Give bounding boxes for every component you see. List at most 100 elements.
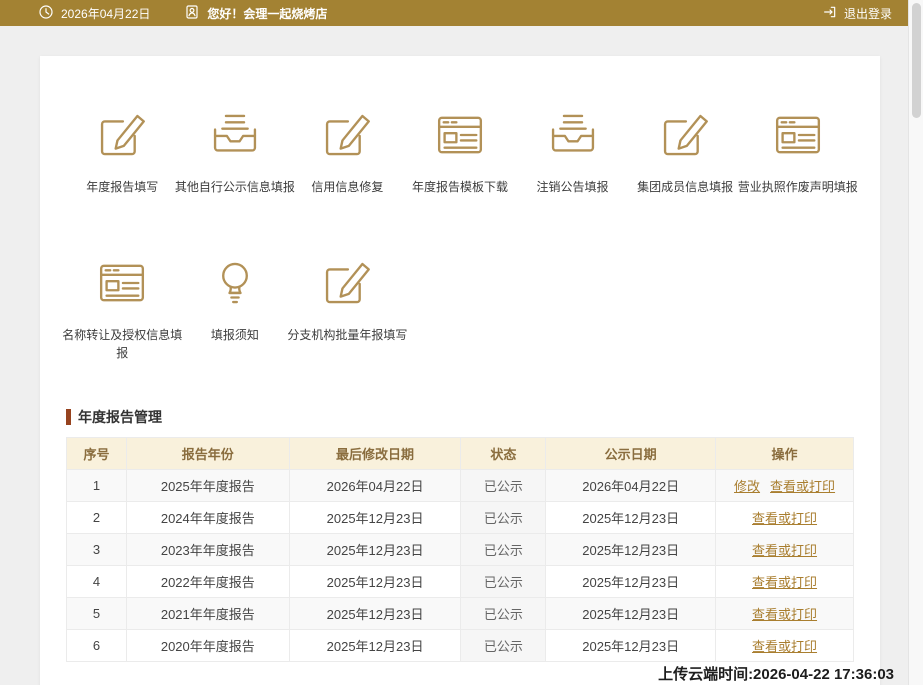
logout-icon xyxy=(822,4,838,23)
section-title-text: 年度报告管理 xyxy=(78,408,162,425)
view-print-link[interactable]: 查看或打印 xyxy=(752,543,817,558)
upload-time-text: 上传云端时间:2026-04-22 17:36:03 xyxy=(658,666,894,683)
view-print-link[interactable]: 查看或打印 xyxy=(770,479,835,494)
cell-actions: 查看或打印 xyxy=(715,596,854,630)
cell-year: 2025年年度报告 xyxy=(125,468,290,502)
cell-no: 3 xyxy=(66,532,127,566)
cell-year: 2020年年度报告 xyxy=(125,628,290,662)
cell-no: 6 xyxy=(66,628,127,662)
view-print-link[interactable]: 查看或打印 xyxy=(752,639,817,654)
user-greeting: 您好！会理一起烧烤店 xyxy=(207,6,328,21)
menu-item-license-void[interactable]: 营业执照作废声明填报 xyxy=(738,104,858,197)
col-header-actions: 操作 xyxy=(715,436,854,470)
menu-item-label: 注销公告填报 xyxy=(536,180,609,194)
col-header-no: 序号 xyxy=(66,436,127,470)
cell-actions: 查看或打印 xyxy=(715,628,854,662)
table-row: 4 2022年年度报告 2025年12月23日 已公示 2025年12月23日 … xyxy=(66,564,854,598)
browser-icon xyxy=(66,252,179,314)
logout-label: 退出登录 xyxy=(843,6,892,21)
logout-button[interactable]: 退出登录 xyxy=(822,4,892,23)
menu-item-label: 名称转让及授权信息填报 xyxy=(62,327,183,361)
cell-year: 2021年年度报告 xyxy=(125,596,290,630)
cell-modified: 2025年12月23日 xyxy=(288,500,462,534)
status-badge: 已公示 xyxy=(460,628,547,662)
col-header-status: 状态 xyxy=(460,436,547,470)
cell-published: 2025年12月23日 xyxy=(545,564,717,598)
cell-modified: 2025年12月23日 xyxy=(288,564,462,598)
current-date: 2026年04月22日 xyxy=(61,6,151,21)
inbox-icon xyxy=(516,104,629,166)
menu-item-cancellation-notice[interactable]: 注销公告填报 xyxy=(516,104,629,197)
cell-modified: 2025年12月23日 xyxy=(288,628,462,662)
status-badge: 已公示 xyxy=(460,532,547,566)
cell-published: 2026年04月22日 xyxy=(545,468,717,502)
inbox-icon xyxy=(179,104,292,166)
menu-item-label: 年度报告填写 xyxy=(86,180,159,194)
table-row: 6 2020年年度报告 2025年12月23日 已公示 2025年12月23日 … xyxy=(66,628,854,662)
view-print-link[interactable]: 查看或打印 xyxy=(752,607,817,622)
browser-icon xyxy=(741,104,854,166)
cell-modified: 2025年12月23日 xyxy=(288,596,462,630)
col-header-modified: 最后修改日期 xyxy=(288,436,462,470)
edit-icon xyxy=(66,104,179,166)
main-card: 年度报告填写 其他自行公示信息填报 信用信息修复 年度报告模板下载 注销公告填报 xyxy=(40,56,880,685)
cell-actions: 查看或打印 xyxy=(715,532,854,566)
status-badge: 已公示 xyxy=(460,468,547,502)
col-header-year: 报告年份 xyxy=(125,436,290,470)
status-badge: 已公示 xyxy=(460,500,547,534)
view-print-link[interactable]: 查看或打印 xyxy=(752,511,817,526)
annual-report-table: 序号 报告年份 最后修改日期 状态 公示日期 操作 1 2025年年度报告 20… xyxy=(66,436,854,662)
topbar: 2026年04月22日 您好！会理一起烧烤店 退出登录 xyxy=(0,0,908,26)
menu-item-label: 集团成员信息填报 xyxy=(637,180,734,194)
menu-item-filing-notes[interactable]: 填报须知 xyxy=(179,252,292,363)
menu-item-label: 营业执照作废声明填报 xyxy=(737,180,858,194)
section-title-bar xyxy=(66,408,71,425)
status-badge: 已公示 xyxy=(460,596,547,630)
section-title: 年度报告管理 xyxy=(66,407,854,427)
cell-published: 2025年12月23日 xyxy=(545,532,717,566)
bulb-icon xyxy=(179,252,292,314)
vertical-scrollbar[interactable] xyxy=(908,0,923,685)
cell-modified: 2025年12月23日 xyxy=(288,532,462,566)
col-header-published: 公示日期 xyxy=(545,436,717,470)
table-header-row: 序号 报告年份 最后修改日期 状态 公示日期 操作 xyxy=(66,436,854,470)
menu-item-label: 填报须知 xyxy=(210,327,259,342)
cell-actions: 查看或打印 xyxy=(715,500,854,534)
cell-no: 1 xyxy=(66,468,127,502)
cell-published: 2025年12月23日 xyxy=(545,596,717,630)
table-row: 5 2021年年度报告 2025年12月23日 已公示 2025年12月23日 … xyxy=(66,596,854,630)
menu-item-label: 其他自行公示信息填报 xyxy=(174,180,295,194)
table-row: 1 2025年年度报告 2026年04月22日 已公示 2026年04月22日 … xyxy=(66,468,854,502)
cell-year: 2023年年度报告 xyxy=(125,532,290,566)
browser-icon xyxy=(404,104,517,166)
menu-item-group-member[interactable]: 集团成员信息填报 xyxy=(629,104,742,197)
table-row: 2 2024年年度报告 2025年12月23日 已公示 2025年12月23日 … xyxy=(66,500,854,534)
cell-year: 2024年年度报告 xyxy=(125,500,290,534)
cell-no: 4 xyxy=(66,564,127,598)
menu-item-template-download[interactable]: 年度报告模板下载 xyxy=(404,104,517,197)
view-print-link[interactable]: 查看或打印 xyxy=(752,575,817,590)
function-menu: 年度报告填写 其他自行公示信息填报 信用信息修复 年度报告模板下载 注销公告填报 xyxy=(62,104,858,363)
edit-icon xyxy=(291,104,404,166)
menu-item-other-publicity[interactable]: 其他自行公示信息填报 xyxy=(175,104,295,197)
menu-item-label: 年度报告模板下载 xyxy=(411,180,508,194)
cell-modified: 2026年04月22日 xyxy=(288,468,462,502)
clock-icon xyxy=(38,4,54,23)
status-badge: 已公示 xyxy=(460,564,547,598)
table-row: 3 2023年年度报告 2025年12月23日 已公示 2025年12月23日 … xyxy=(66,532,854,566)
page: 2026年04月22日 您好！会理一起烧烤店 退出登录 年度报告填写 其他自行公… xyxy=(0,0,908,685)
scrollbar-thumb[interactable] xyxy=(911,3,921,118)
date-group: 2026年04月22日 xyxy=(38,4,150,23)
menu-item-annual-report-fill[interactable]: 年度报告填写 xyxy=(66,104,179,197)
modify-link[interactable]: 修改 xyxy=(734,479,760,494)
menu-item-label: 信用信息修复 xyxy=(311,180,384,194)
cell-no: 2 xyxy=(66,500,127,534)
edit-icon xyxy=(291,252,404,314)
user-group: 您好！会理一起烧烤店 xyxy=(184,4,327,23)
menu-item-name-transfer[interactable]: 名称转让及授权信息填报 xyxy=(62,252,182,363)
cell-published: 2025年12月23日 xyxy=(545,500,717,534)
menu-item-branch-batch-report[interactable]: 分支机构批量年报填写 xyxy=(287,252,407,363)
edit-icon xyxy=(629,104,742,166)
cell-no: 5 xyxy=(66,596,127,630)
menu-item-credit-repair[interactable]: 信用信息修复 xyxy=(291,104,404,197)
